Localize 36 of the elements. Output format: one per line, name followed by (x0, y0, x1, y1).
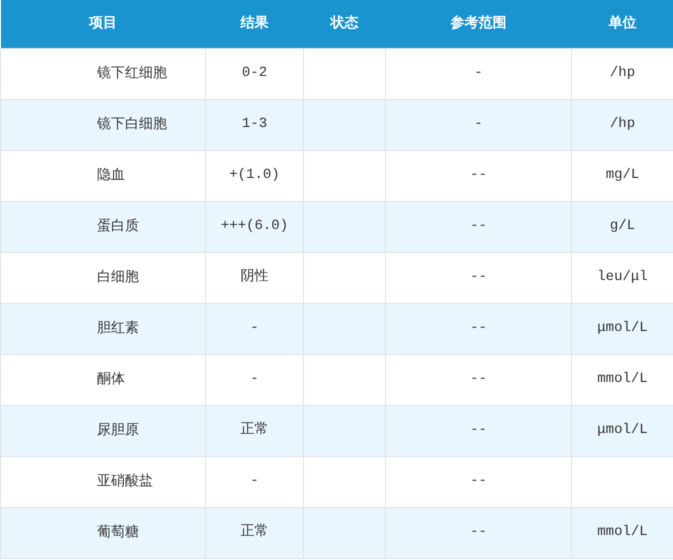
table-cell: 镜下红细胞 (0, 48, 206, 99)
table-cell: - (386, 48, 572, 99)
table-cell: 亚硝酸盐 (0, 456, 206, 507)
table-cell: - (206, 456, 304, 507)
table-cell: -- (386, 201, 572, 252)
column-header: 状态 (304, 0, 386, 48)
table-cell: -- (386, 150, 572, 201)
column-header: 结果 (206, 0, 304, 48)
table-cell: 正常 (206, 405, 304, 456)
table-cell: - (386, 99, 572, 150)
table-cell: 葡萄糖 (0, 507, 206, 558)
column-header: 项目 (0, 0, 206, 48)
table-cell: -- (386, 252, 572, 303)
table-cell: - (206, 354, 304, 405)
table-cell: -- (386, 507, 572, 558)
table-cell: 阴性 (206, 252, 304, 303)
table-cell: 白细胞 (0, 252, 206, 303)
table-cell: 0-2 (206, 48, 304, 99)
table-cell: -- (386, 456, 572, 507)
table-cell: -- (386, 405, 572, 456)
table-cell: - (206, 303, 304, 354)
column-header: 单位 (572, 0, 673, 48)
table-cell: /hp (572, 48, 673, 99)
table-cell: 尿胆原 (0, 405, 206, 456)
table-cell: 正常 (206, 507, 304, 558)
table-cell: -- (386, 354, 572, 405)
table-cell: +(1.0) (206, 150, 304, 201)
table-cell: 1-3 (206, 99, 304, 150)
column-header: 参考范围 (386, 0, 572, 48)
table-cell: +++(6.0) (206, 201, 304, 252)
table-cell: 酮体 (0, 354, 206, 405)
table-cell: 胆红素 (0, 303, 206, 354)
table-cell: 蛋白质 (0, 201, 206, 252)
table-cell: 镜下白细胞 (0, 99, 206, 150)
table-cell: 隐血 (0, 150, 206, 201)
table-cell: -- (386, 303, 572, 354)
